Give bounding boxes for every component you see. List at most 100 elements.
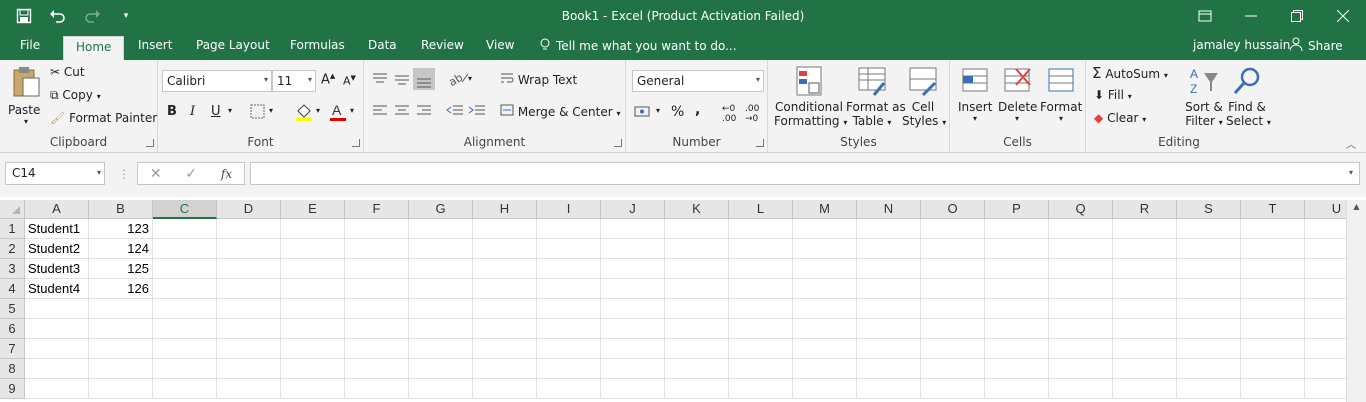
- format-cells-button[interactable]: Format ▾: [1040, 65, 1082, 123]
- cell-m3[interactable]: [793, 259, 857, 279]
- column-header-g[interactable]: G: [409, 200, 473, 219]
- cell-n8[interactable]: [857, 359, 921, 379]
- cell-d2[interactable]: [217, 239, 281, 259]
- cell-f3[interactable]: [345, 259, 409, 279]
- column-header-l[interactable]: L: [729, 200, 793, 219]
- cell-p3[interactable]: [985, 259, 1049, 279]
- sort-filter-button[interactable]: AZ Sort & Filter ▾: [1184, 65, 1224, 128]
- fill-color-icon[interactable]: [295, 102, 313, 125]
- comma-style-button[interactable]: ,: [695, 102, 700, 118]
- cell-m5[interactable]: [793, 299, 857, 319]
- cell-n2[interactable]: [857, 239, 921, 259]
- cell-n4[interactable]: [857, 279, 921, 299]
- cell-h8[interactable]: [473, 359, 537, 379]
- font-color-dropdown-icon[interactable]: ▾: [350, 106, 354, 115]
- enter-icon[interactable]: ✓: [185, 166, 197, 182]
- cell-g1[interactable]: [409, 219, 473, 239]
- cell-a4[interactable]: Student4: [25, 279, 89, 299]
- tab-formulas[interactable]: Formulas: [290, 38, 345, 52]
- cell-k9[interactable]: [665, 379, 729, 399]
- cell-k7[interactable]: [665, 339, 729, 359]
- align-right-icon[interactable]: [416, 104, 432, 121]
- column-header-a[interactable]: A: [25, 200, 89, 219]
- cell-m4[interactable]: [793, 279, 857, 299]
- cell-c5[interactable]: [153, 299, 217, 319]
- decrease-font-icon[interactable]: A▼: [343, 74, 356, 88]
- share-button[interactable]: Share: [1289, 37, 1343, 54]
- column-header-h[interactable]: H: [473, 200, 537, 219]
- cell-t6[interactable]: [1241, 319, 1305, 339]
- cell-c2[interactable]: [153, 239, 217, 259]
- cell-c9[interactable]: [153, 379, 217, 399]
- cell-t9[interactable]: [1241, 379, 1305, 399]
- autosum-button[interactable]: Σ AutoSum ▾: [1092, 64, 1168, 82]
- cell-g6[interactable]: [409, 319, 473, 339]
- row-header-2[interactable]: 2: [0, 239, 25, 259]
- column-header-j[interactable]: J: [601, 200, 665, 219]
- font-color-icon[interactable]: A: [329, 102, 347, 125]
- number-format-select[interactable]: General ▾: [632, 70, 764, 92]
- cell-n5[interactable]: [857, 299, 921, 319]
- cell-t1[interactable]: [1241, 219, 1305, 239]
- fill-button[interactable]: ⬇ Fill ▾: [1094, 88, 1132, 102]
- row-header-6[interactable]: 6: [0, 319, 25, 339]
- cell-h7[interactable]: [473, 339, 537, 359]
- cell-g7[interactable]: [409, 339, 473, 359]
- cell-g9[interactable]: [409, 379, 473, 399]
- alignment-launcher[interactable]: [614, 139, 622, 147]
- cell-s7[interactable]: [1177, 339, 1241, 359]
- cell-n1[interactable]: [857, 219, 921, 239]
- cell-i1[interactable]: [537, 219, 601, 239]
- minimize-icon[interactable]: [1228, 0, 1274, 32]
- cell-j1[interactable]: [601, 219, 665, 239]
- clear-button[interactable]: ◆ Clear ▾: [1094, 111, 1146, 125]
- cell-s9[interactable]: [1177, 379, 1241, 399]
- cell-s1[interactable]: [1177, 219, 1241, 239]
- user-name[interactable]: jamaley hussain: [1193, 38, 1290, 52]
- cell-q5[interactable]: [1049, 299, 1113, 319]
- cell-s2[interactable]: [1177, 239, 1241, 259]
- cell-j8[interactable]: [601, 359, 665, 379]
- cell-j9[interactable]: [601, 379, 665, 399]
- cell-t7[interactable]: [1241, 339, 1305, 359]
- tab-review[interactable]: Review: [421, 38, 464, 52]
- cell-f7[interactable]: [345, 339, 409, 359]
- cell-h5[interactable]: [473, 299, 537, 319]
- row-header-1[interactable]: 1: [0, 219, 25, 239]
- insert-function-icon[interactable]: fx: [221, 167, 232, 181]
- column-header-o[interactable]: O: [921, 200, 985, 219]
- cell-q7[interactable]: [1049, 339, 1113, 359]
- cell-o5[interactable]: [921, 299, 985, 319]
- tab-insert[interactable]: Insert: [138, 38, 172, 52]
- column-header-q[interactable]: Q: [1049, 200, 1113, 219]
- cell-d6[interactable]: [217, 319, 281, 339]
- cell-o6[interactable]: [921, 319, 985, 339]
- cell-i7[interactable]: [537, 339, 601, 359]
- accounting-dropdown-icon[interactable]: ▾: [656, 106, 660, 115]
- cell-r5[interactable]: [1113, 299, 1177, 319]
- cell-r1[interactable]: [1113, 219, 1177, 239]
- cell-c3[interactable]: [153, 259, 217, 279]
- cell-t4[interactable]: [1241, 279, 1305, 299]
- row-header-9[interactable]: 9: [0, 379, 25, 399]
- cell-b2[interactable]: 124: [89, 239, 153, 259]
- cell-t5[interactable]: [1241, 299, 1305, 319]
- cell-d1[interactable]: [217, 219, 281, 239]
- decrease-decimal-icon[interactable]: .00 →0: [745, 104, 759, 124]
- cell-p1[interactable]: [985, 219, 1049, 239]
- cell-f8[interactable]: [345, 359, 409, 379]
- column-header-r[interactable]: R: [1113, 200, 1177, 219]
- cell-e1[interactable]: [281, 219, 345, 239]
- cell-e6[interactable]: [281, 319, 345, 339]
- collapse-ribbon-icon[interactable]: ︿: [1346, 136, 1356, 151]
- cell-k1[interactable]: [665, 219, 729, 239]
- tell-me-box[interactable]: Tell me what you want to do...: [540, 38, 737, 54]
- cell-b5[interactable]: [89, 299, 153, 319]
- vertical-scrollbar[interactable]: ▲: [1346, 200, 1366, 402]
- cell-n7[interactable]: [857, 339, 921, 359]
- increase-font-icon[interactable]: A▲: [321, 72, 335, 87]
- cell-q4[interactable]: [1049, 279, 1113, 299]
- cell-k5[interactable]: [665, 299, 729, 319]
- restore-icon[interactable]: [1274, 0, 1320, 32]
- cell-f6[interactable]: [345, 319, 409, 339]
